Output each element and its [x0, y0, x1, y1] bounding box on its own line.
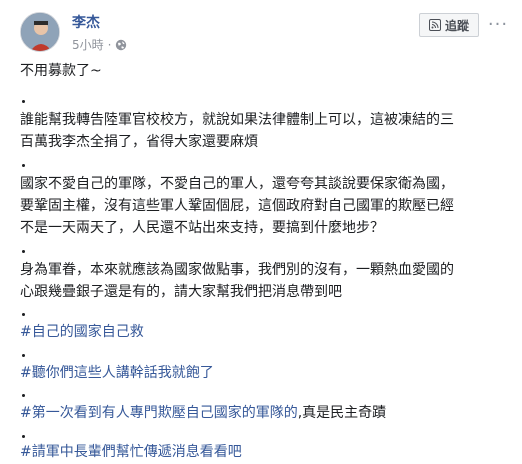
paragraph-dot [22, 100, 25, 103]
more-options-button[interactable]: ··· [486, 12, 510, 36]
paragraph-dot [22, 250, 25, 253]
paragraph-dot [22, 435, 25, 438]
post-text-line: 不是一天兩天了，人民還不站出來支持，要搞到什麼地步？ [20, 220, 384, 236]
post-text-line: 心跟幾疊銀子還是有的，請大家幫我們把消息帶到吧 [20, 284, 342, 300]
hashtag-line: #聽你們這些人講幹話我就飽了 [20, 362, 214, 384]
post-text-line: 誰能幫我轉告陸軍官校校方，就說如果法律體制上可以，這被凍結的三 [20, 112, 454, 128]
post-text-line: 身為軍眷，本來就應該為國家做點事，我們別的沒有，一顆熱血愛國的 [20, 262, 454, 278]
post-text-line: 國家不愛自己的軍隊，不愛自己的軍人，還夸夸其談說要保家衛為國， [20, 176, 454, 192]
paragraph-dot [22, 164, 25, 167]
author-name[interactable]: 李杰 [72, 12, 100, 32]
paragraph-dot [22, 313, 25, 316]
facebook-post: 李杰 5小時 · 追蹤 ··· 不用募款了~ 誰能幫我轉告陸軍官校校方，就說如果… [0, 0, 522, 464]
hashtag-line: #自己的國家自己救 [20, 321, 144, 343]
rss-icon [428, 19, 441, 31]
hashtag-suffix: ,真是民主奇蹟 [297, 405, 387, 421]
hashtag-line: #請軍中長輩們幫忙傳遞消息看看吧 [20, 441, 242, 463]
paragraph-dot [22, 394, 25, 397]
hashtag-link[interactable]: #自己的國家自己救 [20, 324, 144, 340]
meta-separator: · [107, 37, 112, 52]
post-first-line: 不用募款了~ [20, 63, 102, 79]
follow-label: 追蹤 [444, 18, 469, 33]
hashtag-link[interactable]: #第一次看到有人專門欺壓自己國家的軍隊的 [20, 405, 298, 421]
post-time[interactable]: 5小時 [72, 36, 104, 53]
hashtag-link[interactable]: #聽你們這些人講幹話我就飽了 [20, 365, 214, 381]
paragraph-dot [22, 354, 25, 357]
post-text-line: 要鞏固主權，沒有這些軍人鞏固個屁，這個政府對自己國軍的欺壓已經 [20, 198, 454, 214]
post-text-line: 百萬我李杰全捐了，省得大家還要麻煩 [20, 134, 258, 150]
globe-icon[interactable] [115, 39, 127, 51]
hashtag-link[interactable]: #請軍中長輩們幫忙傳遞消息看看吧 [20, 444, 242, 460]
follow-button[interactable]: 追蹤 [419, 13, 479, 37]
avatar[interactable] [20, 12, 60, 52]
post-meta: 5小時 · [72, 36, 127, 53]
hashtag-line: #第一次看到有人專門欺壓自己國家的軍隊的,真是民主奇蹟 [20, 402, 386, 424]
